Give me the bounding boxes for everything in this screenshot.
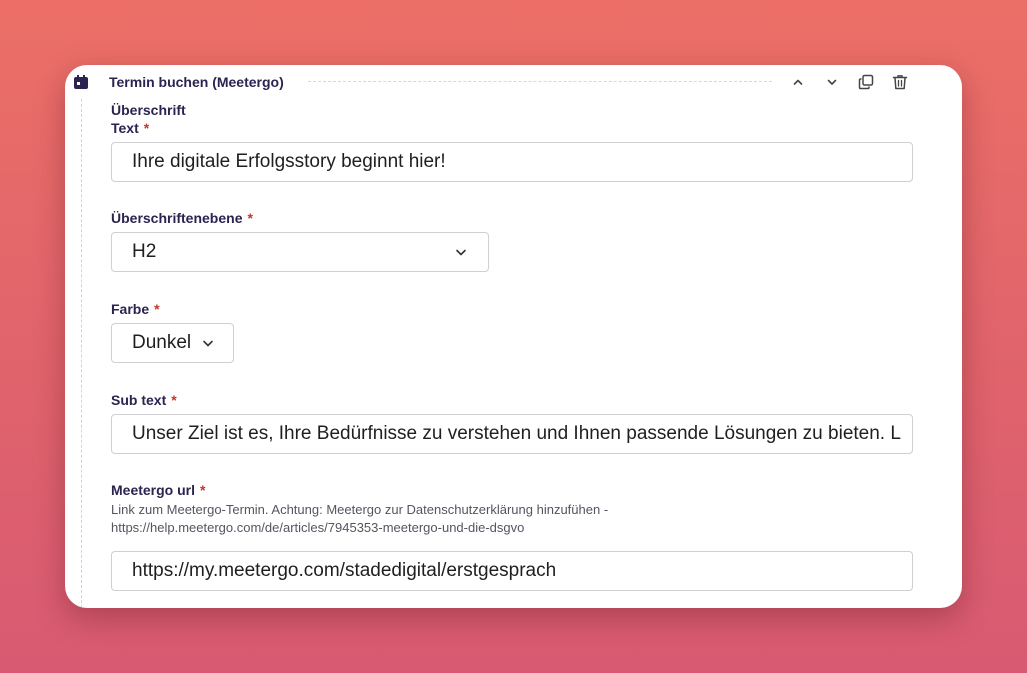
calendar-icon [74,75,88,89]
heading-level-label-text: Überschriftenebene [111,210,243,226]
block-card: Termin buchen (Meetergo) Überschrift Tex… [65,65,962,608]
move-up-button[interactable] [787,71,809,93]
sub-text-input[interactable]: Unser Ziel ist es, Ihre Bedürfnisse zu v… [111,414,913,454]
sub-text-value: Unser Ziel ist es, Ihre Bedürfnisse zu v… [132,423,901,444]
text-label: Text * [111,120,149,136]
required-marker: * [171,392,177,408]
tree-guide-line [81,99,82,608]
meetergo-url-value: https://my.meetergo.com/stadedigital/ers… [132,560,557,581]
copy-icon [858,74,874,90]
text-input[interactable]: Ihre digitale Erfolgsstory beginnt hier! [111,142,913,182]
sub-text-label: Sub text * [111,392,177,408]
delete-button[interactable] [889,71,911,93]
heading-group-title: Überschrift [111,102,186,118]
color-value: Dunkel [132,332,192,353]
block-header: Termin buchen (Meetergo) [65,65,962,99]
chevron-down-icon [456,249,466,256]
heading-level-label: Überschriftenebene * [111,210,253,226]
heading-level-value: H2 [132,241,157,262]
required-marker: * [154,301,160,317]
text-label-text: Text [111,120,139,136]
meetergo-url-label: Meetergo url * [111,482,205,498]
heading-level-select[interactable]: H2 [111,232,489,272]
duplicate-button[interactable] [855,71,877,93]
required-marker: * [247,210,253,226]
color-select[interactable]: Dunkel [111,323,234,363]
required-marker: * [143,120,150,136]
required-marker: * [200,482,206,498]
chevron-up-icon [793,79,803,85]
chevron-down-icon [827,79,837,85]
chevron-down-icon [203,340,213,347]
text-input-value: Ihre digitale Erfolgsstory beginnt hier! [132,151,446,172]
color-label-text: Farbe [111,301,150,317]
trash-icon [892,75,908,90]
meetergo-url-label-text: Meetergo url [111,482,196,498]
sub-text-label-text: Sub text [111,392,167,408]
meetergo-url-input[interactable]: https://my.meetergo.com/stadedigital/ers… [111,551,913,591]
block-title: Termin buchen (Meetergo) [109,74,284,90]
move-down-button[interactable] [821,71,843,93]
meetergo-url-hint: Link zum Meetergo-Termin. Achtung: Meete… [111,502,609,535]
color-label: Farbe * [111,301,160,317]
header-divider [308,81,772,82]
